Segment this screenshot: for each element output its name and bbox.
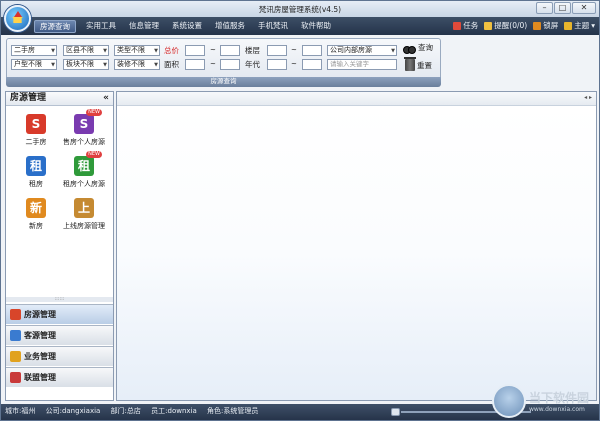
task-button[interactable]: 任务 [453,20,478,31]
price-max-input[interactable] [220,45,240,56]
search-button[interactable]: 查询 [403,42,433,54]
trash-icon [404,57,416,71]
year-min-input[interactable] [267,59,287,70]
status-staff: 员工:downxia [151,407,197,415]
menu-help[interactable]: 软件帮助 [296,20,336,33]
watermark-logo-icon [491,384,526,418]
online-listing-icon: 上 [74,198,94,218]
content-area [117,106,596,400]
nav-house-management[interactable]: 房源管理 [6,304,113,324]
menu-settings[interactable]: 系统设置 [167,20,207,33]
task-icon [453,21,462,30]
sidebar: 房源管理 « S 二手房 S NEW 售房个人房源 租 租房 租 NEW 租房个人房… [5,91,114,401]
restore-button[interactable]: □ [554,2,571,14]
close-button[interactable]: ✕ [572,2,596,14]
theme-button[interactable]: 主题 ▾ [564,20,595,31]
collapse-icon[interactable]: « [103,92,109,105]
sidebar-title: 房源管理 [10,93,47,103]
watermark: 当下软件园 www.downxia.com [491,384,589,418]
reset-button[interactable]: 重置 [404,57,432,71]
floor-label: 楼层 [245,46,260,55]
floor-max-input[interactable] [302,45,322,56]
status-dept: 部门:总店 [110,407,141,415]
sidebar-header: 房源管理 « [6,92,113,106]
window-controls: – □ ✕ [536,2,596,14]
filter-panel-footer: 房源查询 [6,77,441,87]
range-separator: ~ [291,60,297,68]
status-role: 角色:系统管理员 [207,407,259,415]
main-menu-bar: 房源查询 实用工具 信息管理 系统设置 增值服务 手机梵讯 软件帮助 任务 提醒… [1,17,599,35]
rent-icon: 租 [26,156,46,176]
district-select[interactable]: 区县不限 ▼ [63,45,109,56]
status-company: 公司:dangxiaxia [45,407,101,415]
nav-alliance-management[interactable]: 联盟管理 [6,367,113,387]
binoculars-icon [403,43,416,54]
menu-value-added[interactable]: 增值服务 [210,20,250,33]
menu-tools[interactable]: 实用工具 [81,20,121,33]
splitter-grip[interactable]: :::::: [6,297,113,302]
title-bar: 梵讯房屋管理系统(v4.5) – □ ✕ [1,1,599,17]
range-separator: ~ [210,46,216,54]
house-icon [10,309,21,320]
reminder-button[interactable]: 提醒(0/0) [484,20,527,31]
minimize-button[interactable]: – [536,2,553,14]
alliance-icon [10,372,21,383]
keyword-input[interactable]: 请输入关键字 [327,59,397,70]
new-house-icon: 新 [26,198,46,218]
zoom-knob[interactable] [391,408,400,416]
lock-icon [533,21,542,30]
floor-min-input[interactable] [267,45,287,56]
price-min-input[interactable] [185,45,205,56]
total-price-label: 总价 [164,46,179,55]
tab-scroll-arrows[interactable]: ◂ ▸ [584,94,592,101]
app-logo-icon [4,5,31,32]
reminder-icon [484,21,493,30]
customer-icon [10,330,21,341]
range-separator: ~ [210,60,216,68]
year-label: 年代 [245,60,260,69]
lock-screen-button[interactable]: 锁屏 [533,20,558,31]
main-content-pane: ◂ ▸ [116,91,597,401]
sidebar-item-online-listing[interactable]: 上 上线房源管理 [54,198,114,231]
status-city: 城市:福州 [5,407,36,415]
menu-house-search[interactable]: 房源查询 [34,20,76,33]
menu-mobile[interactable]: 手机梵讯 [253,20,293,33]
year-max-input[interactable] [302,59,322,70]
theme-icon [564,21,573,30]
house-sale-icon: S [26,114,46,134]
area-min-input[interactable] [185,59,205,70]
nav-business-management[interactable]: 业务管理 [6,346,113,366]
personal-rent-icon: 租 NEW [74,151,102,176]
right-toolbar: 任务 提醒(0/0) 锁屏 主题 ▾ [453,20,595,31]
area-max-input[interactable] [220,59,240,70]
decoration-select[interactable]: 装修不限 ▼ [114,59,160,70]
business-icon [10,351,21,362]
sidebar-item-personal-sale[interactable]: S NEW 售房个人房源 [54,109,114,147]
source-select[interactable]: 公司内部房源 ▼ [327,45,397,56]
app-window: 梵讯房屋管理系统(v4.5) – □ ✕ 房源查询 实用工具 信息管理 系统设置… [0,0,600,421]
sidebar-item-personal-rent[interactable]: 租 NEW 租房个人房源 [54,151,114,189]
house-type-select[interactable]: 二手房 ▼ [11,45,57,56]
watermark-url: www.downxia.com [528,406,585,413]
content-tab-strip: ◂ ▸ [117,92,596,106]
app-title: 梵讯房屋管理系统(v4.5) [258,5,342,14]
type-select[interactable]: 类型不限 ▼ [114,45,160,56]
range-separator: ~ [291,46,297,54]
area-label: 面积 [164,60,179,69]
layout-select[interactable]: 户型不限 ▼ [11,59,57,70]
menu-info-management[interactable]: 信息管理 [124,20,164,33]
personal-sale-icon: S NEW [74,109,102,134]
nav-customer-management[interactable]: 客源管理 [6,325,113,345]
block-select[interactable]: 板块不限 ▼ [63,59,109,70]
watermark-title: 当下软件园 [528,391,589,405]
